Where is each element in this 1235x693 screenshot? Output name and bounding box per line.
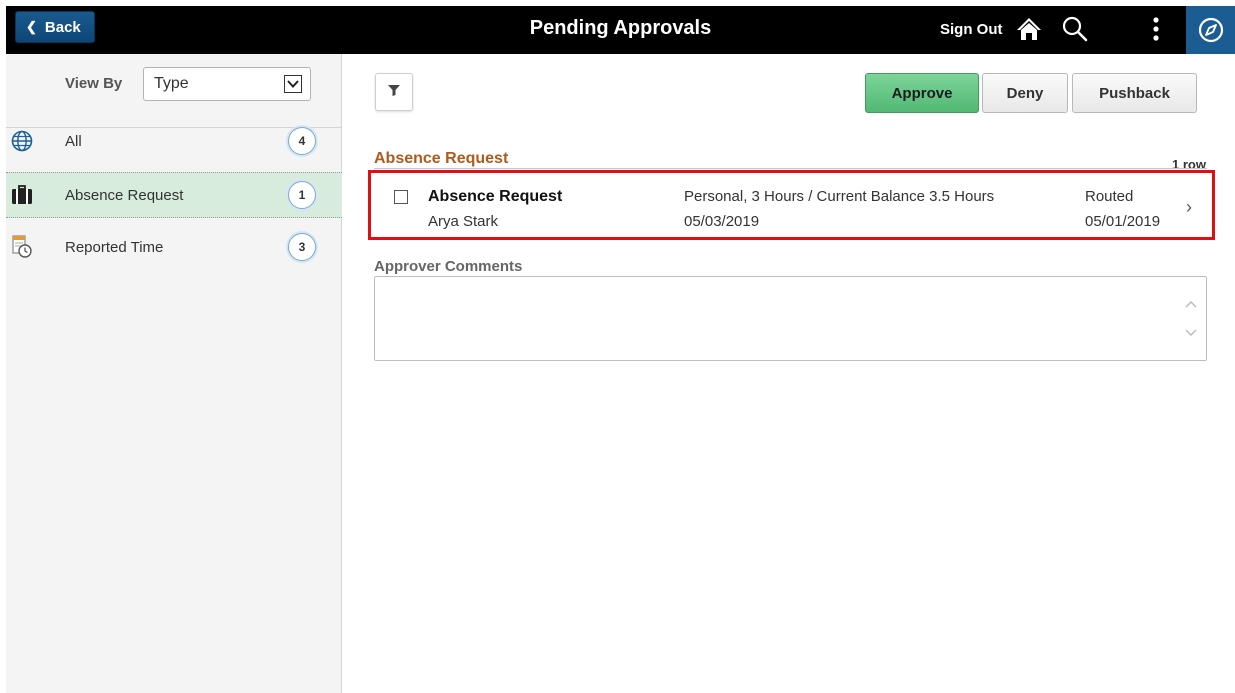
sidebar: View By Type All 4 Absence Request 1 Rep… xyxy=(6,54,342,693)
home-icon[interactable] xyxy=(1012,12,1046,46)
top-header-bar: ❮ Back Pending Approvals Sign Out xyxy=(6,6,1235,54)
chevron-down-icon xyxy=(284,75,302,93)
sidebar-item-label: Absence Request xyxy=(65,186,184,204)
briefcase-icon xyxy=(9,182,35,208)
view-by-select[interactable]: Type xyxy=(143,67,311,101)
more-options-icon[interactable] xyxy=(1146,12,1166,46)
request-status: Routed xyxy=(1085,188,1134,205)
section-divider xyxy=(374,168,1207,169)
row-select-checkbox[interactable] xyxy=(394,190,408,204)
section-title: Absence Request xyxy=(374,150,509,167)
approver-comments-input[interactable] xyxy=(374,276,1207,361)
approver-comments-label: Approver Comments xyxy=(374,258,523,275)
filter-button[interactable] xyxy=(375,73,413,111)
employee-name: Arya Stark xyxy=(428,213,499,230)
count-badge: 1 xyxy=(288,181,316,209)
filter-icon xyxy=(387,83,401,102)
deny-button[interactable]: Deny xyxy=(982,73,1068,113)
timesheet-clock-icon xyxy=(9,234,35,260)
sidebar-item-all[interactable]: All 4 xyxy=(6,118,342,164)
request-row[interactable]: Absence Request Arya Stark Personal, 3 H… xyxy=(368,170,1215,240)
globe-icon xyxy=(9,128,35,154)
sidebar-item-absence-request[interactable]: Absence Request 1 xyxy=(6,172,342,218)
request-date: 05/03/2019 xyxy=(684,213,760,230)
textarea-scrollbar[interactable] xyxy=(1180,290,1202,350)
navbar-compass-icon[interactable] xyxy=(1186,6,1235,54)
view-by-selected-value: Type xyxy=(154,75,189,92)
request-detail: Personal, 3 Hours / Current Balance 3.5 … xyxy=(684,188,995,205)
count-badge: 4 xyxy=(288,127,316,155)
sign-out-link[interactable]: Sign Out xyxy=(940,21,1003,38)
approve-button[interactable]: Approve xyxy=(865,73,979,113)
sidebar-item-label: All xyxy=(65,132,82,150)
back-button[interactable]: ❮ Back xyxy=(15,11,95,43)
page-title: Pending Approvals xyxy=(529,17,712,39)
count-badge: 3 xyxy=(288,233,316,261)
view-by-label: View By xyxy=(65,75,123,92)
chevron-right-icon[interactable]: › xyxy=(1186,197,1192,218)
request-type: Absence Request xyxy=(428,188,563,205)
chevron-left-icon: ❮ xyxy=(26,19,37,34)
sidebar-item-reported-time[interactable]: Reported Time 3 xyxy=(6,224,342,270)
search-icon[interactable] xyxy=(1058,12,1092,46)
status-date: 05/01/2019 xyxy=(1085,213,1161,230)
pushback-button[interactable]: Pushback xyxy=(1072,73,1197,113)
sidebar-item-label: Reported Time xyxy=(65,238,164,256)
back-button-label: Back xyxy=(44,18,81,36)
